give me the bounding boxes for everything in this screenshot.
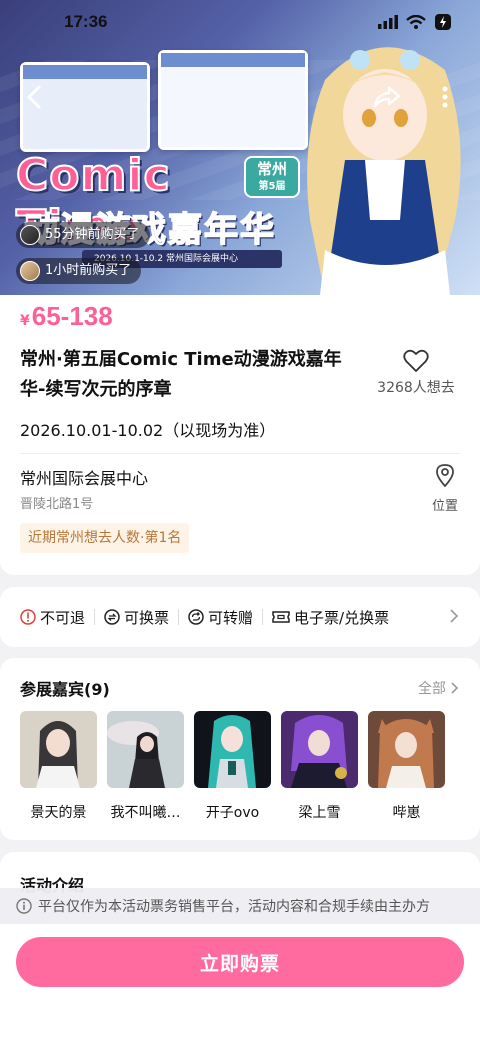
ticket-policy-bar[interactable]: 不可退 可换票 可转赠 电子票/兑换票 — [0, 587, 480, 647]
policy-label: 电子票/兑换票 — [294, 608, 390, 627]
city-badge-text: 常州 — [256, 160, 287, 178]
price-range: ¥ 65-138 — [20, 301, 113, 332]
guest-card[interactable]: 梁上雪 — [281, 711, 358, 822]
buyer-tag-text: 55分钟前购买了 — [45, 227, 140, 242]
recent-buyer-tag: 1小时前购买了 — [16, 258, 142, 284]
guest-name: 哔崽 — [392, 805, 421, 821]
guest-photo — [281, 711, 358, 788]
warning-icon — [20, 609, 36, 625]
chevron-right-icon — [450, 609, 459, 623]
platform-notice-text: 平台仅作为本活动票务销售平台，活动内容和合规手续由主办方 — [38, 899, 430, 915]
chevron-left-icon — [27, 85, 41, 109]
event-date: 2026.10.01-10.02（以现场为准） — [20, 421, 276, 440]
guest-photo — [20, 711, 97, 788]
policy-transferable: 可转赠 — [188, 607, 253, 628]
banner-character-illustration — [307, 47, 461, 295]
event-title: 常州·第五届Comic Time动漫游戏嘉年华-续写次元的序章 — [20, 349, 342, 400]
guest-name: 景天的景 — [30, 805, 87, 821]
want-to-go-button[interactable]: 3268人想去 — [366, 349, 466, 397]
status-icons — [378, 13, 452, 31]
want-to-go-count: 3268人想去 — [377, 380, 455, 396]
policy-label: 可换票 — [124, 608, 170, 627]
guest-card[interactable]: 我不叫曦… — [107, 711, 184, 822]
info-icon — [16, 898, 32, 914]
city-badge: 常州 第5届 — [244, 156, 300, 198]
battery-icon — [435, 14, 451, 30]
recent-buyer-tag: 55分钟前购买了 — [16, 222, 150, 248]
event-banner[interactable]: Comic Time 动漫游戏嘉年华 常州 第5届 2026.10.1-10.2… — [0, 0, 480, 295]
policy-ticket-type: 电子票/兑换票 — [272, 607, 389, 628]
location-label: 位置 — [431, 499, 458, 514]
share-icon — [373, 86, 401, 108]
buyer-tag-text: 1小时前购买了 — [45, 263, 132, 278]
location-pin-icon — [436, 464, 454, 488]
guest-list: 景天的景 我不叫曦… 开子ovo 梁上雪 哔崽 — [20, 711, 445, 822]
guest-photo — [368, 711, 445, 788]
price-currency: ¥ — [20, 313, 30, 329]
guest-card[interactable]: 景天的景 — [20, 711, 97, 822]
signal-icon — [378, 15, 398, 29]
wifi-icon — [406, 15, 426, 29]
guest-name: 梁上雪 — [298, 805, 341, 821]
policy-separator — [178, 609, 180, 625]
guests-view-all[interactable]: 全部 — [418, 678, 460, 698]
edition-badge: 第5届 — [258, 181, 286, 192]
platform-notice: 平台仅作为本活动票务销售平台，活动内容和合规手续由主办方 — [0, 888, 480, 924]
guest-photo — [194, 711, 271, 788]
price-amount: 65-138 — [31, 301, 113, 331]
guest-card[interactable]: 哔崽 — [368, 711, 445, 822]
exchange-icon — [104, 609, 120, 625]
guest-name: 我不叫曦… — [110, 805, 181, 821]
more-button[interactable] — [428, 80, 462, 114]
guest-photo — [107, 711, 184, 788]
venue-name[interactable]: 常州国际会展中心 — [20, 465, 148, 489]
policy-label: 不可退 — [40, 608, 86, 627]
heart-icon — [403, 349, 429, 372]
buyer-avatar — [20, 225, 40, 245]
status-time: 17:36 — [64, 12, 108, 31]
guest-card[interactable]: 开子ovo — [194, 711, 271, 822]
status-bar: 17:36 — [0, 0, 480, 44]
location-button[interactable]: 位置 — [420, 463, 470, 514]
policy-exchangeable: 可换票 — [104, 607, 169, 628]
policy-separator — [94, 609, 96, 625]
event-info-card: ¥ 65-138 常州·第五届Comic Time动漫游戏嘉年华-续写次元的序章… — [0, 295, 480, 575]
back-button[interactable] — [18, 80, 52, 114]
buyer-avatar — [20, 261, 40, 281]
policy-label: 可转赠 — [208, 608, 254, 627]
bottom-action-area: 立即购票 — [0, 924, 480, 1043]
guests-title: 参展嘉宾(9) — [20, 680, 110, 699]
divider — [20, 453, 460, 454]
guests-section: 参展嘉宾(9) 全部 景天的景 我不叫曦… 开子ovo 梁上雪 哔崽 — [0, 658, 480, 840]
venue-address: 晋陵北路1号 — [20, 497, 94, 512]
buy-now-button[interactable]: 立即购票 — [16, 937, 464, 987]
policy-separator — [262, 609, 264, 625]
share-button[interactable] — [370, 80, 404, 114]
policy-no-refund: 不可退 — [20, 607, 85, 628]
ticket-icon — [272, 611, 290, 623]
guest-name: 开子ovo — [205, 805, 260, 821]
chevron-right-icon — [451, 682, 459, 694]
transfer-icon — [188, 609, 204, 625]
guests-view-all-label: 全部 — [418, 681, 446, 697]
more-vertical-icon — [442, 86, 448, 108]
rank-badge[interactable]: 近期常州想去人数·第1名 — [20, 523, 190, 553]
